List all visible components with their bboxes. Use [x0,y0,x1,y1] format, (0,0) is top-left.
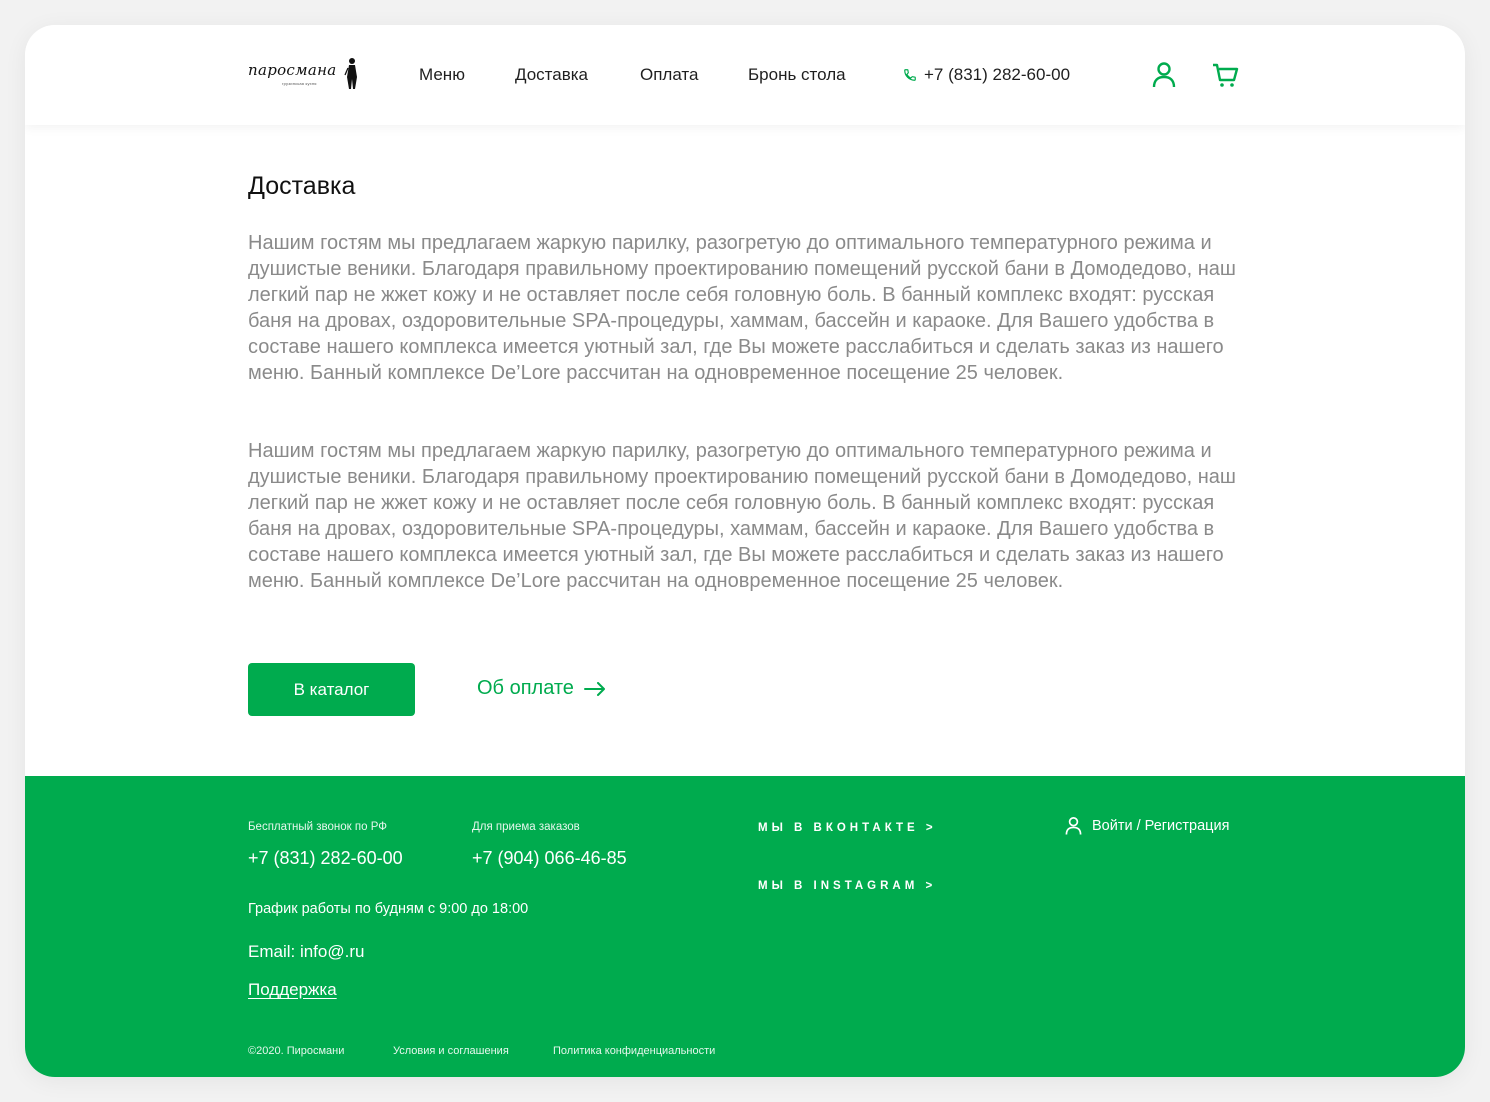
orders-label: Для приема заказов [472,821,580,833]
nav-menu[interactable]: Меню [419,65,465,85]
header-phone-number: +7 (831) 282-60-00 [924,65,1071,84]
user-icon [1152,62,1176,88]
footer-login-label: Войти / Регистрация [1092,818,1230,834]
vk-link[interactable]: МЫ В ВКОНТАКТЕ > [758,822,937,834]
delivery-paragraph-1: Нашим гостям мы предлагаем жаркую парилк… [248,232,1236,384]
catalog-button[interactable]: В каталог [248,663,415,716]
nav-delivery[interactable]: Доставка [515,65,588,85]
logo-subtitle: грузинская кухня [282,81,317,86]
delivery-paragraph-2: Нашим гостям мы предлагаем жаркую парилк… [248,440,1236,592]
logo-text: паросмана [248,61,337,79]
payment-link-label: Об оплате [477,677,574,699]
payment-link[interactable]: Об оплате [477,677,606,700]
phone-icon [904,69,916,81]
cart-button[interactable] [1211,61,1239,94]
site-header: паросмана грузинская кухня Меню Доставка… [25,25,1465,125]
orders-phone[interactable]: +7 (904) 066-46-85 [472,848,627,869]
instagram-link[interactable]: МЫ В INSTAGRAM > [758,880,936,892]
arrow-right-icon [583,681,605,696]
support-link[interactable]: Поддержка [248,980,337,1000]
logo[interactable]: паросмана грузинская кухня [248,57,363,93]
footer-login-link[interactable]: Войти / Регистрация [1065,816,1229,836]
page-card: паросмана грузинская кухня Меню Доставка… [25,25,1465,1077]
page-title: Доставка [248,172,356,200]
header-phone[interactable]: +7 (831) 282-60-00 [903,65,1070,85]
privacy-link[interactable]: Политика конфиденциальности [553,1045,715,1057]
logo-figure-icon [344,58,357,89]
account-button[interactable] [1152,61,1176,94]
cart-icon [1213,63,1239,87]
free-call-phone[interactable]: +7 (831) 282-60-00 [248,848,403,869]
user-icon [1065,817,1082,835]
copyright: ©2020. Пиросмани [248,1045,345,1057]
free-call-label: Бесплатный звонок по РФ [248,821,387,833]
nav-booking[interactable]: Бронь стола [748,65,846,85]
nav-payment[interactable]: Оплата [640,65,698,85]
footer-email[interactable]: Email: info@.ru [248,942,364,962]
site-footer: Бесплатный звонок по РФ +7 (831) 282-60-… [25,776,1465,1077]
work-schedule: График работы по будням с 9:00 до 18:00 [248,901,529,917]
terms-link[interactable]: Условия и соглашения [393,1045,509,1057]
